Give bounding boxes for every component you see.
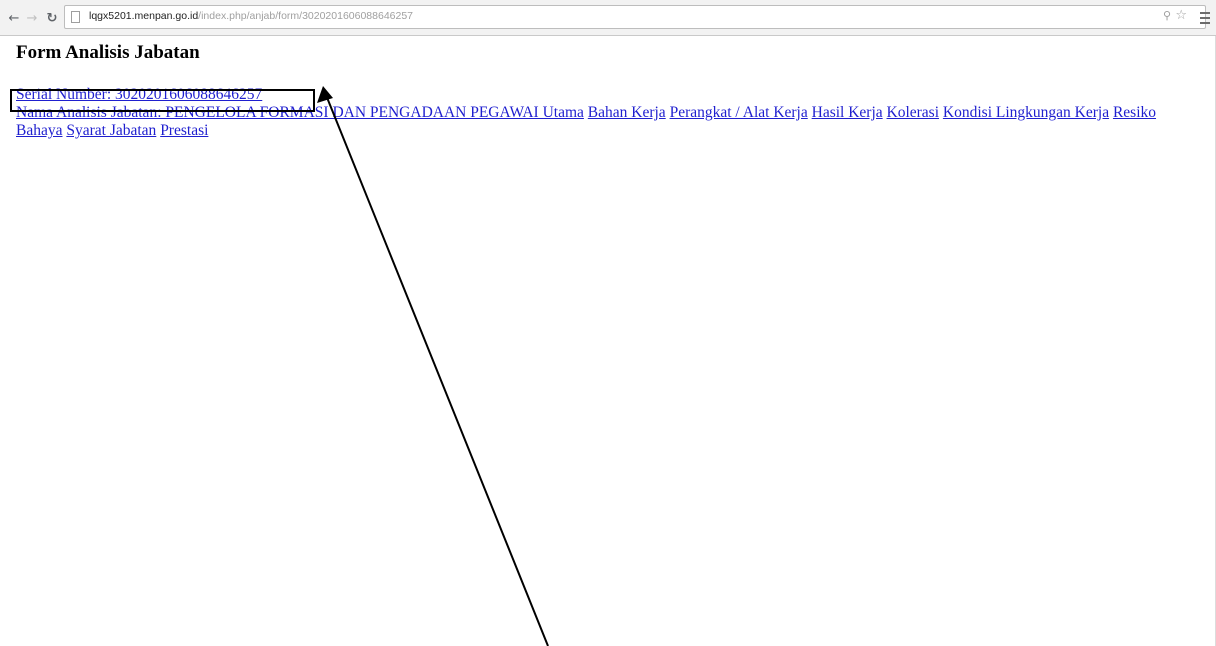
arrow-line [325, 94, 549, 646]
arrow-head-icon [317, 86, 333, 103]
annotation-arrow [317, 86, 549, 646]
